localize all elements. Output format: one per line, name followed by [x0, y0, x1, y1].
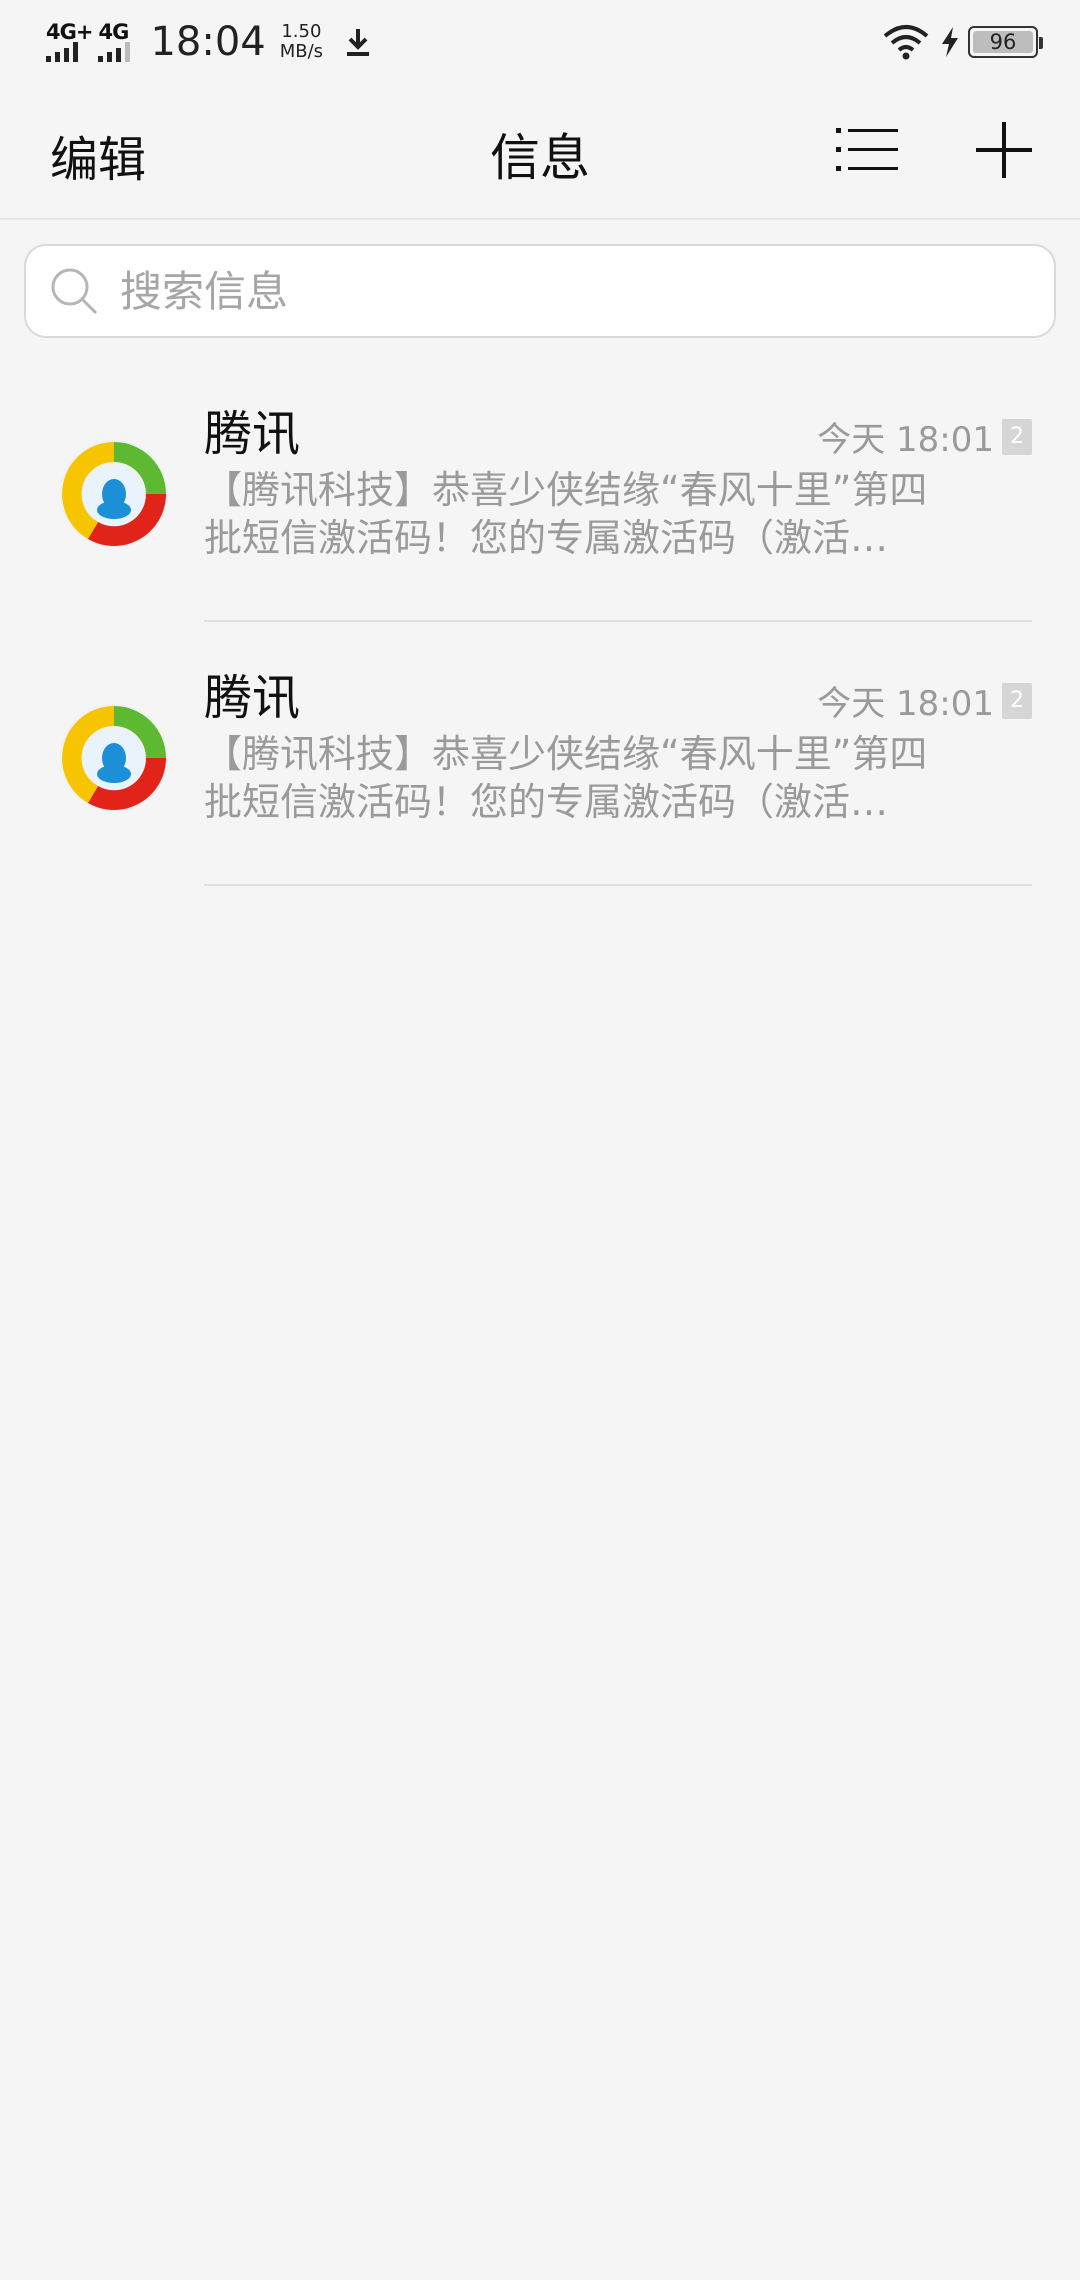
speed-unit: MB/s [279, 41, 324, 62]
conversation-item[interactable]: 腾讯 今天 18:01 2 【腾讯科技】恭喜少侠结缘“春风十里”第四批短信激活码… [0, 644, 1080, 908]
battery-level: 96 [989, 30, 1017, 54]
list-icon[interactable] [836, 124, 898, 176]
conversation-item[interactable]: 腾讯 今天 18:01 2 【腾讯科技】恭喜少侠结缘“春风十里”第四批短信激活码… [0, 380, 1080, 644]
message-meta: 今天 18:01 2 [817, 676, 1032, 725]
network-indicator-2: 4G [98, 20, 131, 62]
status-time: 18:04 [150, 19, 266, 65]
network-type-1: 4G+ [46, 20, 93, 44]
battery-icon: 96 [968, 26, 1043, 58]
tencent-logo-icon [60, 440, 168, 548]
search-input[interactable] [120, 266, 1020, 316]
wifi-icon [883, 25, 929, 60]
divider [204, 884, 1032, 886]
network-type-2: 4G [98, 20, 129, 44]
message-count-badge: 2 [1002, 418, 1032, 455]
page-title: 信息 [490, 129, 590, 187]
status-left: 4G+ 4G 18:04 1.50 MB/s [46, 19, 371, 65]
search-bar[interactable] [24, 244, 1056, 338]
divider [204, 620, 1032, 622]
message-time: 今天 18:01 [817, 420, 994, 460]
message-preview: 【腾讯科技】恭喜少侠结缘“春风十里”第四批短信激活码！您的专属激活码（激活… [204, 468, 928, 560]
message-time: 今天 18:01 [817, 684, 994, 724]
download-icon [347, 29, 370, 56]
status-right: 96 [882, 24, 1043, 60]
message-meta: 今天 18:01 2 [817, 412, 1032, 461]
sender-name: 腾讯 [204, 670, 301, 726]
sender-name: 腾讯 [204, 406, 301, 462]
network-speed: 1.50 MB/s [280, 22, 323, 62]
tencent-logo-icon [60, 704, 168, 812]
message-count-badge: 2 [1002, 682, 1032, 719]
search-icon [51, 268, 98, 315]
charging-bolt-icon [942, 27, 958, 57]
speed-value: 1.50 [281, 21, 322, 42]
plus-icon[interactable] [972, 118, 1036, 182]
message-preview: 【腾讯科技】恭喜少侠结缘“春风十里”第四批短信激活码！您的专属激活码（激活… [204, 732, 928, 824]
app-header: 编辑 信息 [0, 84, 1080, 220]
status-bar: 4G+ 4G 18:04 1.50 MB/s 96 [0, 0, 1080, 84]
signal-bars-2-icon [98, 42, 131, 62]
network-indicator-1: 4G+ [46, 20, 93, 62]
signal-bars-1-icon [46, 42, 78, 62]
